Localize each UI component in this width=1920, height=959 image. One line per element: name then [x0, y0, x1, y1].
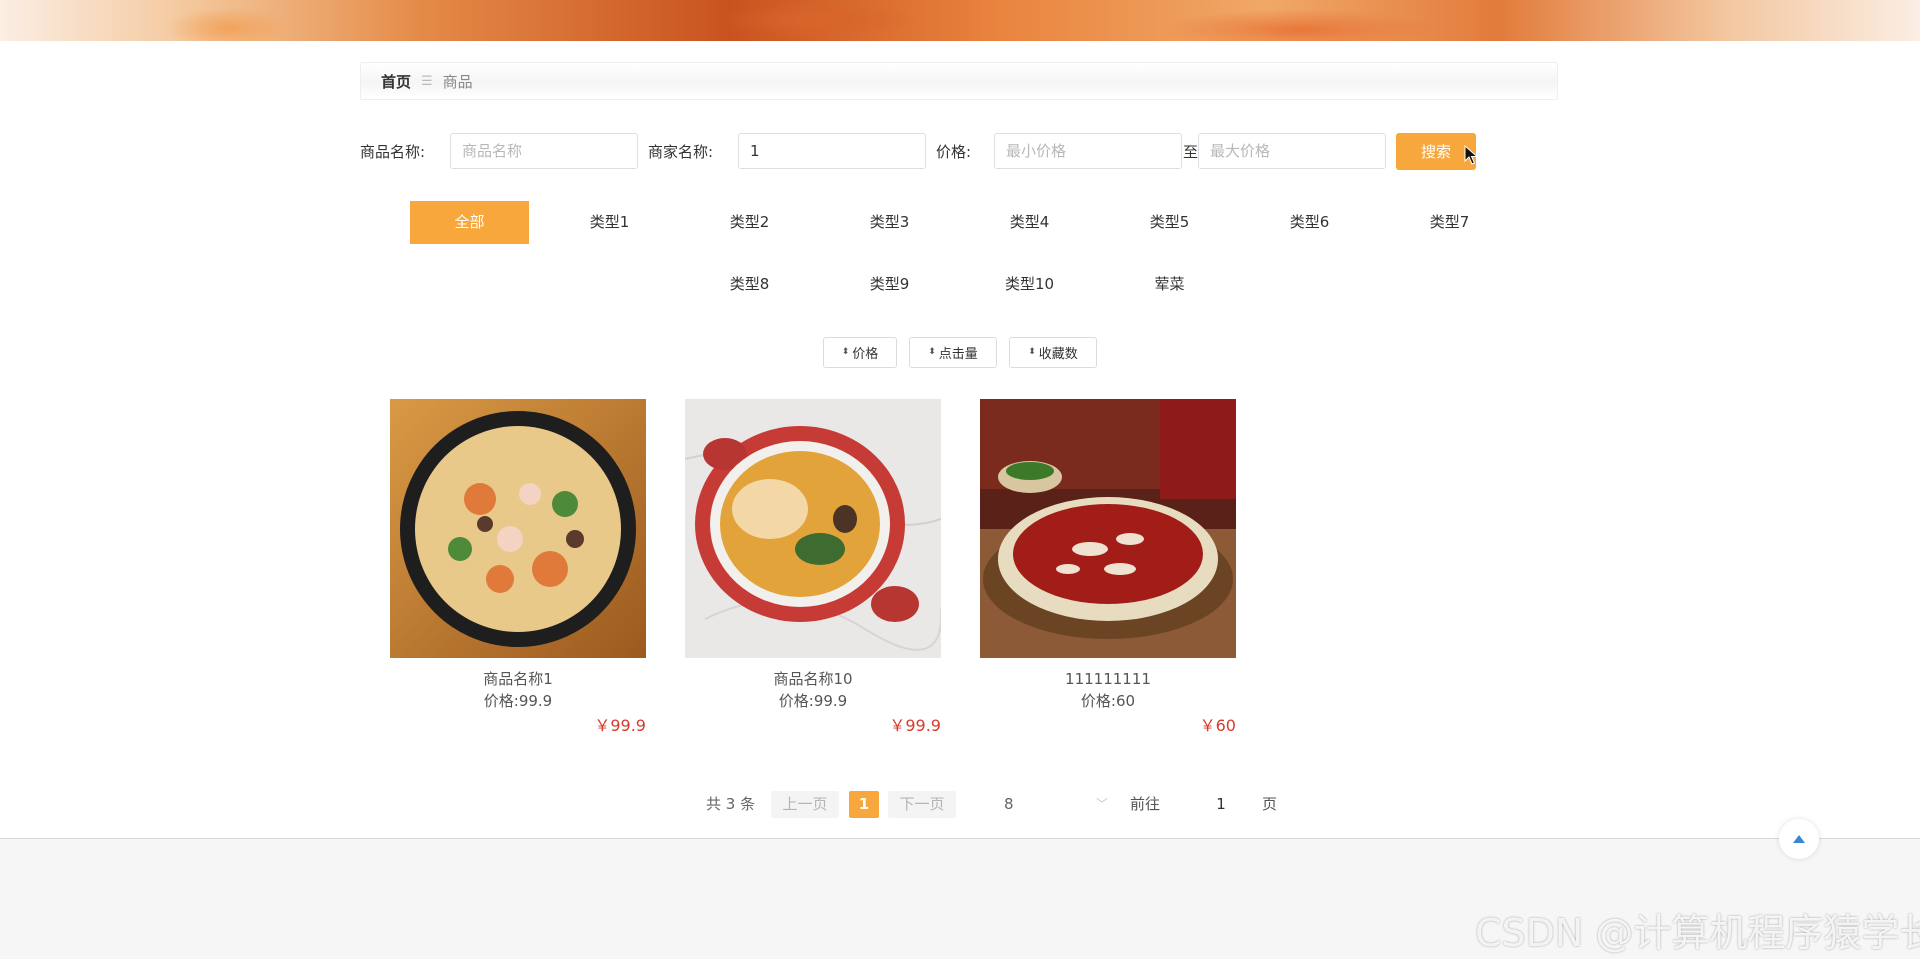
product-card[interactable]: 商品名称10 价格:99.9 ￥99.9: [685, 399, 941, 739]
pagination-page-suffix: 页: [1262, 795, 1278, 813]
page-size-value: 8: [1004, 795, 1014, 813]
category-type1[interactable]: 类型1: [550, 201, 669, 244]
mouse-cursor-icon: [1464, 145, 1478, 165]
breadcrumb-home-link[interactable]: 首页: [381, 71, 411, 92]
sort-icon: ⬍: [1028, 347, 1036, 357]
price-label: 价格:: [936, 143, 972, 161]
category-type5[interactable]: 类型5: [1110, 201, 1229, 244]
page-size-select[interactable]: 8 ﹀: [1004, 791, 1108, 818]
watermark-text: CSDN @计算机程序猿学长: [1475, 911, 1920, 955]
category-type3[interactable]: 类型3: [830, 201, 949, 244]
product-name[interactable]: 商品名称10: [685, 668, 941, 690]
category-type6[interactable]: 类型6: [1250, 201, 1369, 244]
product-name[interactable]: 商品名称1: [390, 668, 646, 690]
sort-icon: ⬍: [928, 347, 936, 357]
pagination-next-button[interactable]: 下一页: [888, 791, 956, 818]
category-type2[interactable]: 类型2: [690, 201, 809, 244]
category-type9[interactable]: 类型9: [830, 263, 949, 306]
price-range-to-label: 至: [1183, 143, 1199, 161]
sort-favorites-button[interactable]: ⬍ 收藏数: [1009, 337, 1097, 368]
product-price-tag: ￥99.9: [594, 716, 646, 735]
product-image[interactable]: [980, 399, 1236, 658]
pagination-goto-input[interactable]: 1: [1196, 791, 1246, 818]
product-price-text: 价格:60: [1080, 692, 1136, 710]
chevron-down-icon: ﹀: [1095, 797, 1108, 811]
sort-icon: ⬍: [841, 347, 850, 357]
sort-clicks-button[interactable]: ⬍ 点击量: [909, 337, 997, 368]
breadcrumb-current: 商品: [442, 72, 473, 91]
pagination-total: 共 3 条: [706, 795, 756, 813]
category-meat-dishes[interactable]: 荤菜: [1110, 263, 1229, 306]
back-to-top-button[interactable]: [1779, 819, 1819, 859]
breadcrumb-separator-icon: ☰: [421, 73, 433, 89]
caret-up-icon: [1793, 835, 1805, 843]
product-name-label: 商品名称:: [360, 143, 426, 161]
min-price-input[interactable]: [994, 133, 1182, 169]
product-price-tag: ￥60: [1199, 716, 1236, 735]
pagination-goto-label: 前往: [1130, 795, 1161, 813]
sort-clicks-label: 点击量: [938, 347, 978, 362]
product-price-text: 价格:99.9: [778, 692, 848, 710]
product-card[interactable]: 111111111 价格:60 ￥60: [980, 399, 1236, 739]
product-image[interactable]: [685, 399, 941, 658]
product-price-text: 价格:99.9: [483, 692, 553, 710]
merchant-name-input[interactable]: [738, 133, 926, 169]
product-name[interactable]: 111111111: [980, 668, 1236, 690]
pagination-page-1[interactable]: 1: [849, 791, 879, 818]
category-type10[interactable]: 类型10: [970, 263, 1089, 306]
category-type7[interactable]: 类型7: [1390, 201, 1509, 244]
category-type8[interactable]: 类型8: [690, 263, 809, 306]
breadcrumb: 首页 ☰ 商品: [360, 62, 1558, 100]
product-price-tag: ￥99.9: [889, 716, 941, 735]
product-name-input[interactable]: [450, 133, 638, 169]
category-all[interactable]: 全部: [410, 201, 529, 244]
product-card[interactable]: 商品名称1 价格:99.9 ￥99.9: [390, 399, 646, 739]
product-image[interactable]: [390, 399, 646, 658]
sort-favorites-label: 收藏数: [1038, 347, 1078, 362]
merchant-name-label: 商家名称:: [648, 143, 714, 161]
header-banner-image: [0, 0, 1920, 41]
sort-price-label: 价格: [852, 347, 879, 362]
sort-price-button[interactable]: ⬍ 价格: [823, 337, 897, 368]
pagination-prev-button[interactable]: 上一页: [771, 791, 839, 818]
max-price-input[interactable]: [1198, 133, 1386, 169]
category-type4[interactable]: 类型4: [970, 201, 1089, 244]
